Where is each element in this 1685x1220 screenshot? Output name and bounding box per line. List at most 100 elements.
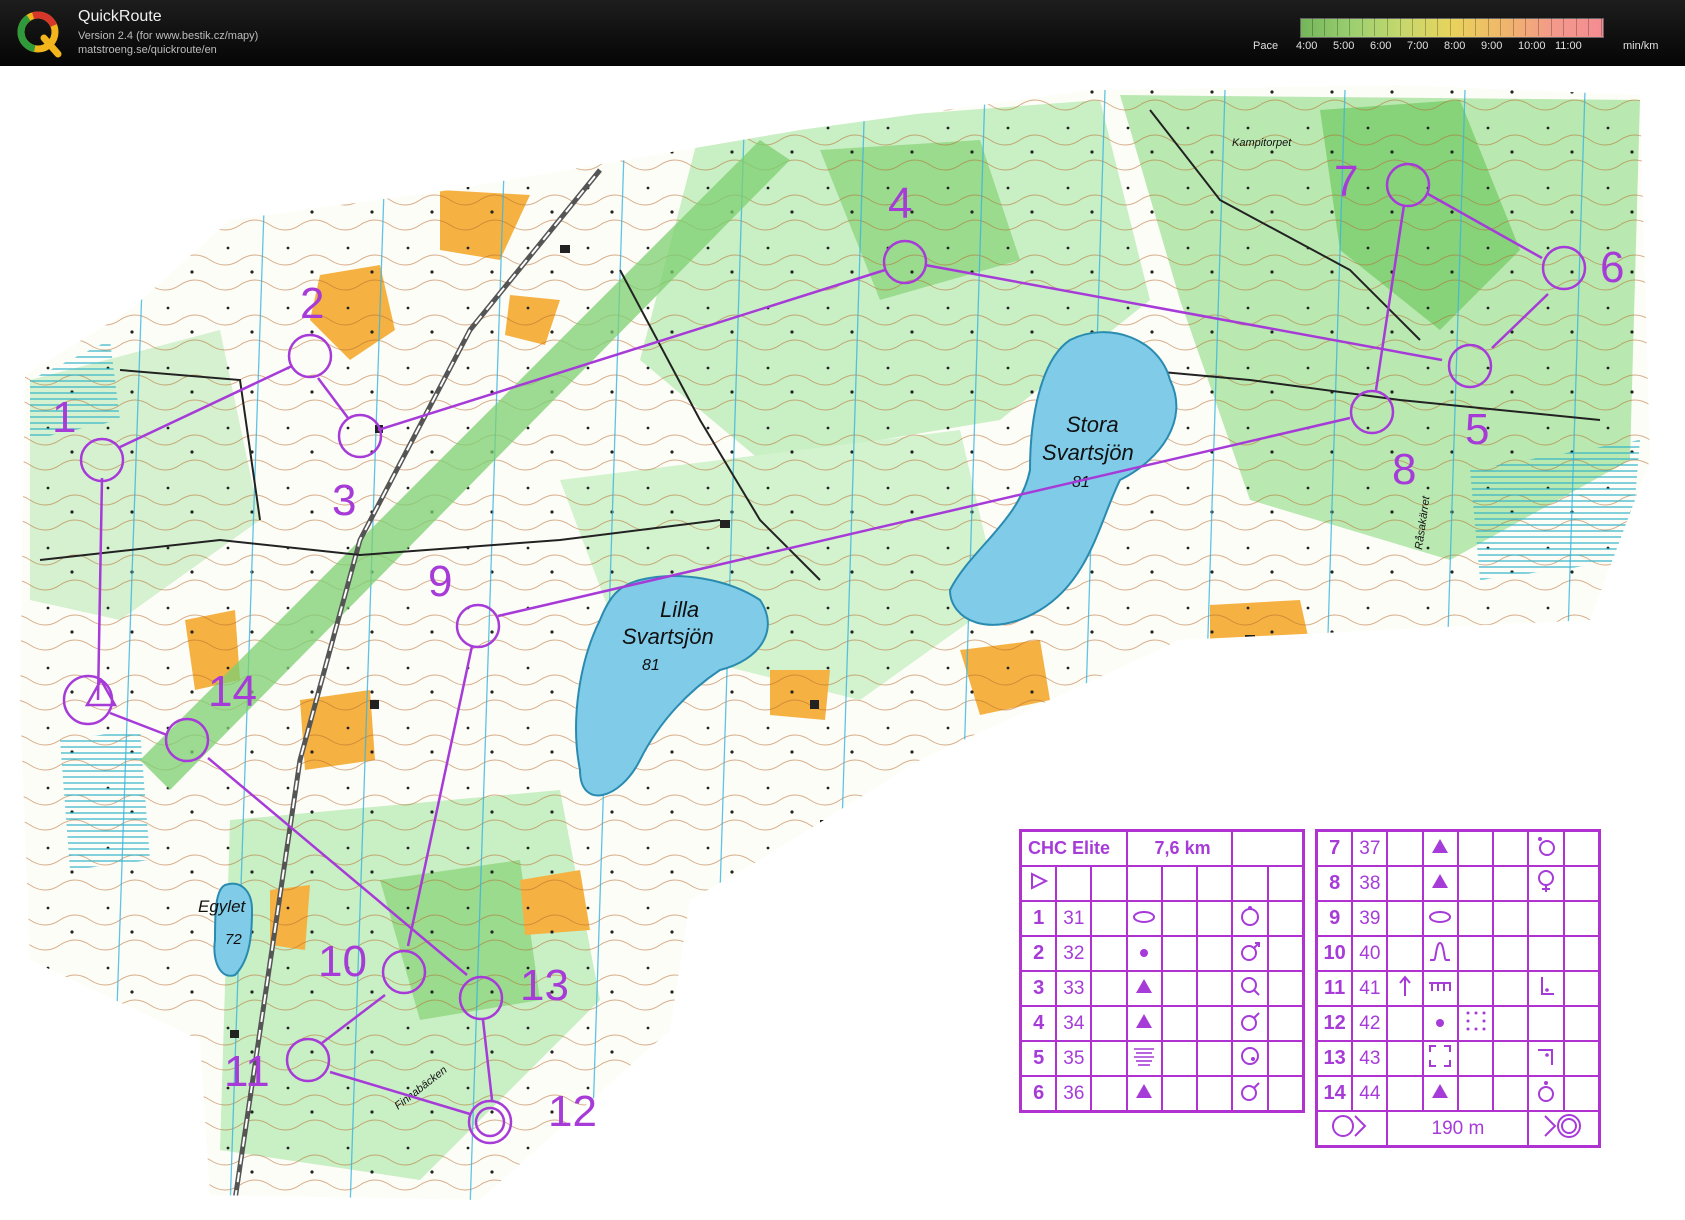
row-number: 2: [1019, 935, 1058, 972]
dot-icon: [1421, 1005, 1459, 1042]
row-number: 5: [1019, 1040, 1058, 1077]
row-number: 3: [1019, 970, 1058, 1007]
control-code: 31: [1055, 900, 1093, 937]
control-code: 41: [1351, 970, 1389, 1007]
class-name: CHC Elite: [1019, 829, 1128, 867]
control-number-5: 5: [1465, 405, 1489, 454]
description-row: 3 33: [1019, 970, 1305, 1007]
fence-icon: [1421, 970, 1459, 1007]
description-row: 4 34: [1019, 1005, 1305, 1042]
description-row: 1 31: [1019, 900, 1305, 937]
pace-value: 10:00: [1518, 40, 1546, 52]
description-row: 9 39: [1315, 900, 1601, 937]
row-number: 9: [1315, 900, 1354, 937]
control-number-8: 8: [1392, 445, 1416, 494]
control-number-6: 6: [1600, 243, 1624, 292]
brackets-icon: [1421, 1040, 1459, 1077]
control-number-7: 7: [1334, 157, 1358, 206]
pace-value: 5:00: [1333, 40, 1355, 52]
row-number: 10: [1315, 935, 1354, 972]
corner-top-icon: [1527, 1040, 1565, 1077]
pace-value: 11:00: [1555, 40, 1582, 52]
lake-label-lilla-line1: Lilla: [660, 597, 699, 622]
circle-top-icon: [1527, 829, 1565, 867]
control-number-13: 13: [520, 961, 569, 1010]
description-row: 5 35: [1019, 1040, 1305, 1077]
control-code: 36: [1055, 1075, 1093, 1113]
dot-icon: [1125, 935, 1163, 972]
circle-top-icon: [1527, 1075, 1565, 1112]
control-number-2: 2: [300, 279, 324, 328]
control-code: 34: [1055, 1005, 1093, 1042]
control-number-3: 3: [332, 476, 356, 525]
control-number-11: 11: [224, 1047, 270, 1096]
lines-icon: [1125, 1040, 1163, 1077]
pace-scale-ticks: [1300, 18, 1602, 36]
pace-unit: min/km: [1623, 40, 1659, 52]
lake-label-egylet: Egylet: [198, 897, 247, 916]
control-code: 37: [1351, 829, 1389, 867]
control-description-sheet-left: CHC Elite 7,6 km 1 31 2 32 3 33 4 34 5 3…: [1019, 829, 1305, 1113]
control-code: 40: [1351, 935, 1389, 972]
circle-arrow-icon: [1231, 1005, 1269, 1042]
app-url: matstroeng.se/quickroute/en: [78, 44, 217, 56]
description-row: 6 36: [1019, 1075, 1305, 1113]
triangle-icon: [1421, 1075, 1459, 1112]
description-row: 8 38: [1315, 865, 1601, 902]
control-code: 35: [1055, 1040, 1093, 1077]
pace-label: Pace: [1253, 40, 1279, 52]
ellipse-icon: [1125, 900, 1163, 937]
pace-value: 8:00: [1444, 40, 1466, 52]
control-number-4: 4: [888, 179, 912, 228]
triangle-icon: [1421, 829, 1459, 867]
corner-icon: [1527, 970, 1565, 1007]
pace-scale-values: 4:00 5:00 6:00 7:00 8:00 9:00 10:00 11:0…: [1296, 40, 1592, 52]
circle-arrow-icon: [1231, 1075, 1269, 1113]
row-number: 4: [1019, 1005, 1058, 1042]
start-symbol-icon: [1019, 865, 1058, 902]
lake-label-lilla-line2: Svartsjön: [622, 624, 714, 649]
triangle-icon: [1125, 1005, 1163, 1042]
description-row: 12 42: [1315, 1005, 1601, 1042]
row-number: 12: [1315, 1005, 1354, 1042]
description-row: 2 32: [1019, 935, 1305, 972]
row-number: 7: [1315, 829, 1354, 867]
app-header: QuickRoute Version 2.4 (for www.bestik.c…: [0, 0, 1685, 66]
finish-symbol-icon: [1527, 1110, 1601, 1148]
bell-icon: [1421, 935, 1459, 972]
circle-bottom-icon: [1527, 865, 1565, 902]
course-length: 7,6 km: [1125, 829, 1234, 867]
circle-dot-icon: [1231, 1040, 1269, 1077]
description-row: 11 41: [1315, 970, 1601, 1007]
pace-value: 9:00: [1481, 40, 1503, 52]
circle-arrow-icon: [1231, 935, 1269, 972]
control-code: 42: [1351, 1005, 1389, 1042]
control-number-12: 12: [548, 1087, 597, 1136]
row-number: 13: [1315, 1040, 1354, 1077]
finish-distance: 190 m: [1386, 1110, 1530, 1148]
control-number-14: 14: [208, 667, 257, 716]
app-name: QuickRoute: [78, 8, 162, 25]
arrow-up-icon: [1386, 970, 1424, 1007]
pace-value: 7:00: [1407, 40, 1429, 52]
lake-elevation-egylet: 72: [225, 931, 242, 948]
control-description-sheet-right: 7 37 8 38 9 39 10 40 11 41 12 42 13 43 1…: [1315, 829, 1601, 1148]
dotted-square-icon: [1456, 1005, 1495, 1042]
row-number: 11: [1315, 970, 1354, 1007]
finish-start-symbol-icon: [1315, 1110, 1389, 1148]
circle-tail-icon: [1231, 970, 1269, 1007]
row-number: 8: [1315, 865, 1354, 902]
control-number-10: 10: [318, 937, 367, 986]
quickroute-logo-icon: [14, 6, 66, 60]
app-version: Version 2.4 (for www.bestik.cz/mapy): [78, 30, 259, 42]
row-number: 14: [1315, 1075, 1354, 1112]
place-label-kampitorpet: Kampitorpet: [1232, 137, 1292, 149]
description-row: 7 37: [1315, 829, 1601, 867]
control-code: 43: [1351, 1040, 1389, 1077]
description-row: 14 44: [1315, 1075, 1601, 1112]
row-number: 1: [1019, 900, 1058, 937]
finish-row: 190 m: [1315, 1110, 1601, 1148]
triangle-icon: [1421, 865, 1459, 902]
pace-value: 6:00: [1370, 40, 1392, 52]
lake-label-stora-line1: Stora: [1066, 412, 1119, 437]
